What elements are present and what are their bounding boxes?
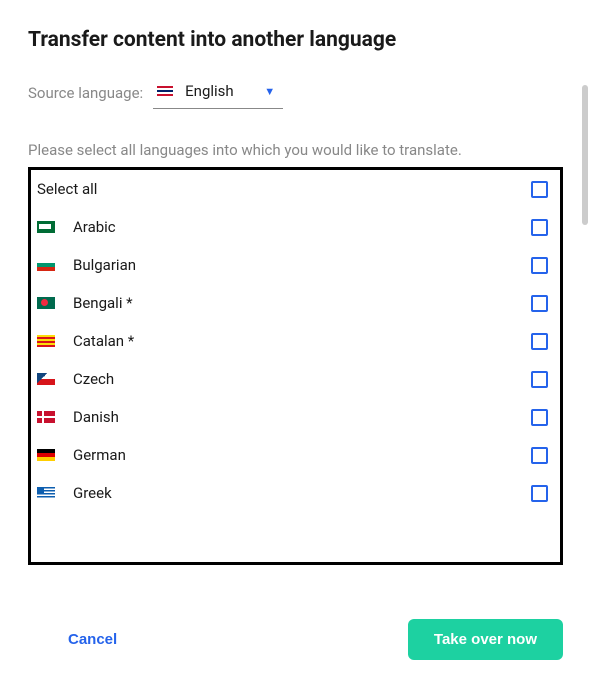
dialog-footer: Cancel Take over now (28, 619, 563, 660)
language-name: Catalan * (73, 332, 513, 350)
chevron-down-icon: ▼ (264, 85, 275, 98)
language-checkbox[interactable] (531, 333, 548, 350)
ct-flag-icon (37, 335, 55, 347)
instruction-text: Please select all languages into which y… (28, 141, 563, 159)
language-row[interactable]: Bengali * (31, 284, 560, 322)
language-name: Bengali * (73, 294, 513, 312)
transfer-dialog: Transfer content into another language S… (0, 0, 591, 678)
bd-flag-icon (37, 297, 55, 309)
source-language-value: English (185, 82, 252, 100)
select-all-checkbox[interactable] (531, 181, 548, 198)
language-name: German (73, 446, 513, 464)
language-name: Bulgarian (73, 256, 513, 274)
select-all-row[interactable]: Select all (31, 170, 560, 208)
source-label: Source language: (28, 84, 143, 102)
take-over-button[interactable]: Take over now (408, 619, 563, 660)
language-row[interactable]: Bulgarian (31, 246, 560, 284)
source-language-row: Source language: English ▼ (28, 76, 563, 109)
cancel-button[interactable]: Cancel (28, 621, 157, 658)
language-row[interactable]: Czech (31, 360, 560, 398)
bg-flag-icon (37, 259, 55, 271)
language-name: Arabic (73, 218, 513, 236)
language-list: Select all Arabic Bulgarian Bengali * Catal… (28, 167, 563, 565)
language-checkbox[interactable] (531, 409, 548, 426)
language-checkbox[interactable] (531, 447, 548, 464)
de-flag-icon (37, 449, 55, 461)
language-row[interactable]: German (31, 436, 560, 474)
cz-flag-icon (37, 373, 55, 385)
scrollbar[interactable] (582, 85, 588, 225)
language-checkbox[interactable] (531, 257, 548, 274)
language-checkbox[interactable] (531, 219, 548, 236)
gr-flag-icon (37, 487, 55, 499)
select-all-label: Select all (37, 180, 97, 198)
language-row[interactable]: Greek (31, 474, 560, 512)
language-name: Danish (73, 408, 513, 426)
language-row[interactable]: Arabic (31, 208, 560, 246)
dk-flag-icon (37, 411, 55, 423)
language-name: Greek (73, 484, 513, 502)
language-row[interactable]: Catalan * (31, 322, 560, 360)
sa-flag-icon (37, 221, 55, 233)
source-language-select[interactable]: English ▼ (153, 76, 283, 109)
language-row[interactable]: Danish (31, 398, 560, 436)
dialog-title: Transfer content into another language (28, 28, 563, 52)
language-name: Czech (73, 370, 513, 388)
language-checkbox[interactable] (531, 485, 548, 502)
uk-flag-icon (157, 86, 173, 96)
language-checkbox[interactable] (531, 295, 548, 312)
language-checkbox[interactable] (531, 371, 548, 388)
